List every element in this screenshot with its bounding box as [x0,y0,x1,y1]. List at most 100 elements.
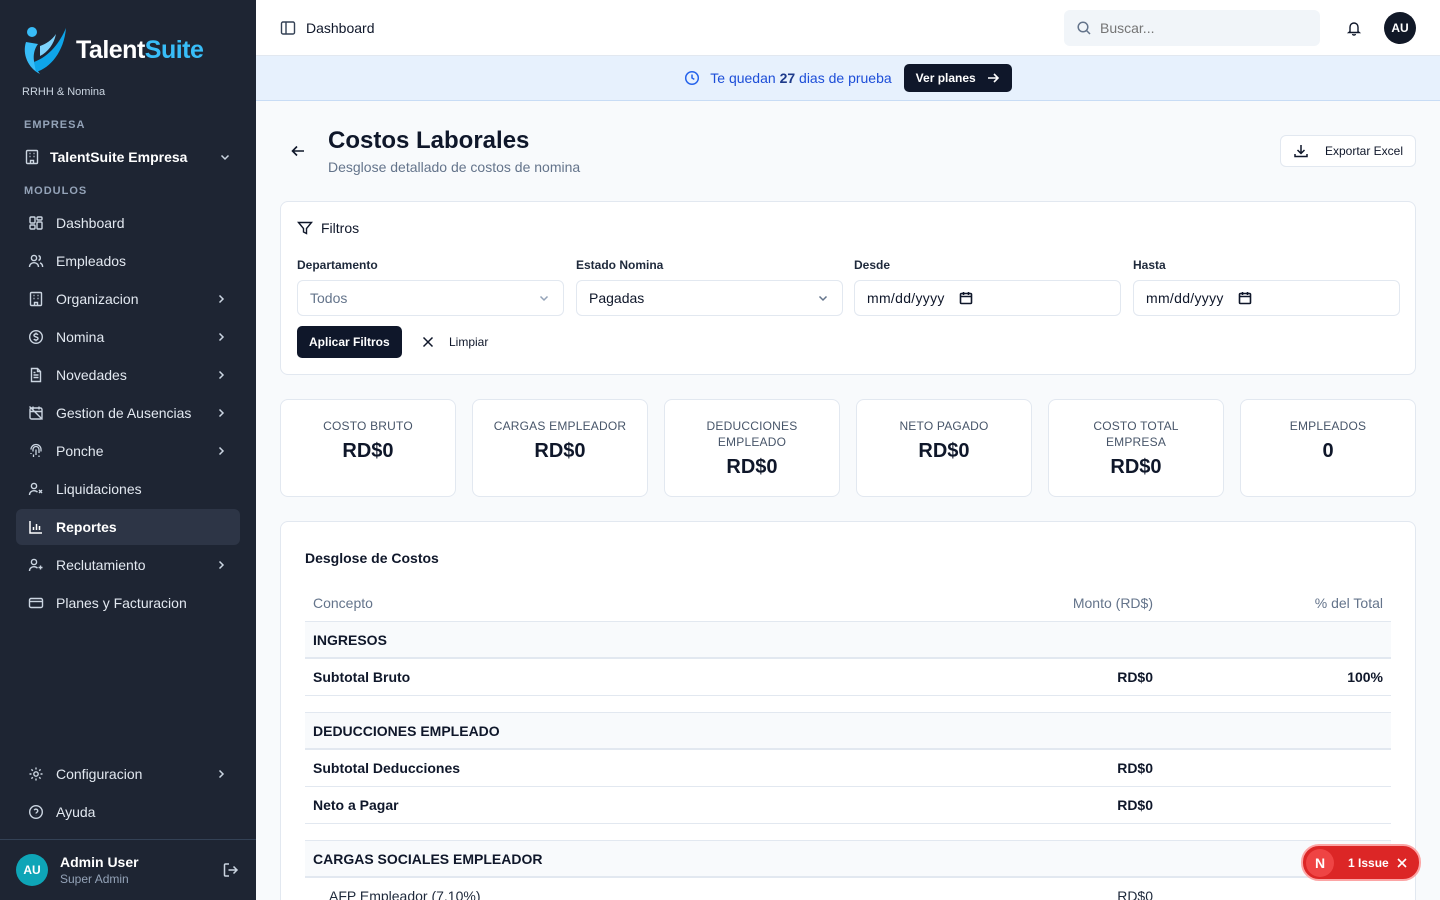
table-row: Subtotal Bruto RD$0 100% [305,659,1391,696]
chevron-right-icon [218,560,225,570]
stat-card-costo-bruto: COSTO BRUTO RD$0 [280,399,456,497]
from-label: Desde [854,258,891,272]
sidebar-item-label: Organizacion [56,291,139,307]
calendar-off-icon [29,406,43,420]
sidebar: TalentSuite RRHH & Nomina EMPRESA Talent… [0,0,256,900]
to-date-input[interactable]: mm/dd/yyyy [1133,280,1400,316]
arrow-right-icon [987,73,999,83]
stat-label: NETO PAGADO [899,419,989,433]
chevron-down-icon [220,154,230,161]
sidebar-item-nomina[interactable]: Nomina [16,319,240,355]
credit-card-icon [28,597,44,609]
dollar-circle-icon [28,329,44,345]
filters-title: Filtros [297,220,359,236]
column-header: Concepto [313,594,373,611]
clock-icon [685,70,700,86]
sidebar-item-novedades[interactable]: Novedades [16,357,240,393]
stat-label: CARGAS EMPLEADOR [493,419,627,433]
sidebar-item-label: Ponche [56,443,104,459]
sidebar-item-planes-facturacion[interactable]: Planes y Facturacion [16,585,240,621]
export-excel-button[interactable]: Exportar Excel [1279,135,1416,167]
stat-card-empleados: EMPLEADOS 0 [1240,399,1416,497]
table-row: AFP Empleador (7.10%) RD$0 [305,878,1391,900]
sidebar-nav: Dashboard Empleados Organizacion Nomina … [16,205,240,623]
breadcrumb: Dashboard [306,19,375,36]
search-input[interactable] [1100,19,1300,36]
from-date-input[interactable]: mm/dd/yyyy [854,280,1121,316]
filter-icon [297,221,313,235]
sidebar-item-label: Reportes [56,519,117,535]
nextjs-icon: N [1306,848,1334,877]
chevron-down-icon [818,295,828,302]
arrow-left-icon[interactable] [290,143,306,159]
sidebar-item-label: Novedades [56,367,127,383]
sidebar-item-gestion-ausencias[interactable]: Gestion de Ausencias [16,395,240,431]
talentsuite-logo-icon [24,27,66,74]
sidebar-item-ayuda[interactable]: Ayuda [16,794,240,830]
stat-value: RD$0 [918,440,970,462]
sidebar-item-empleados[interactable]: Empleados [16,243,240,279]
avatar[interactable]: AU [16,854,48,886]
calendar-icon[interactable] [959,291,973,305]
department-select[interactable]: Todos [297,280,564,316]
bell-icon[interactable] [1346,20,1362,36]
status-label: Estado Nomina [576,258,664,272]
filters-card: Filtros Departamento Todos Estado Nomina… [280,201,1416,375]
department-label: Departamento [297,258,378,272]
stat-value: RD$0 [534,440,586,462]
building-icon [25,149,39,165]
search-box[interactable] [1064,9,1320,46]
sidebar-item-label: Planes y Facturacion [56,595,187,611]
company-section-label: EMPRESA [24,119,86,131]
avatar[interactable]: AU [1384,11,1416,44]
status-select[interactable]: Pagadas [576,280,843,316]
sidebar-item-reportes[interactable]: Reportes [16,509,240,545]
table-row: Neto a Pagar RD$0 [305,787,1391,824]
cost-breakdown-card: Desglose de Costos Concepto Monto (RD$) … [280,521,1416,900]
brand-logo[interactable]: TalentSuite [20,22,204,78]
sidebar-toggle-icon[interactable] [280,20,296,36]
table-section-row: INGRESOS [305,622,1391,659]
company-selector[interactable]: TalentSuite Empresa [24,144,232,170]
fingerprint-icon [30,443,42,457]
calendar-icon[interactable] [1238,291,1252,305]
stat-label: COSTO TOTAL EMPRESA [1093,419,1179,449]
company-name: TalentSuite Empresa [50,149,188,165]
sidebar-item-ponche[interactable]: Ponche [16,433,240,469]
stat-value: RD$0 [1110,456,1162,478]
stat-card-neto-pagado: NETO PAGADO RD$0 [856,399,1032,497]
sidebar-item-reclutamiento[interactable]: Reclutamiento [16,547,240,583]
sidebar-item-configuracion[interactable]: Configuracion [16,756,240,792]
table-section-row: CARGAS SOCIALES EMPLEADOR [305,841,1391,878]
sidebar-item-label: Ayuda [56,804,96,820]
user-role: Super Admin [60,872,129,886]
users-icon [28,254,44,268]
sidebar-item-organizacion[interactable]: Organizacion [16,281,240,317]
chevron-right-icon [218,408,225,418]
from-date-filter: Desde mm/dd/yyyy [854,258,1121,316]
user-profile: AU Admin User Super Admin [0,839,256,900]
modules-section-label: MODULOS [24,185,88,197]
close-icon[interactable] [1396,857,1408,869]
sidebar-item-label: Liquidaciones [56,481,142,497]
search-icon [1077,20,1091,35]
issues-badge[interactable]: N 1 Issue [1301,844,1421,881]
sidebar-bottom-nav: Configuracion Ayuda [16,756,240,832]
stat-value: RD$0 [726,456,778,478]
apply-filters-button[interactable]: Aplicar Filtros [297,326,402,358]
sidebar-item-dashboard[interactable]: Dashboard [16,205,240,241]
brand-name: TalentSuite [76,35,204,64]
trial-banner: Te quedan 27 dias de prueba Ver planes [256,56,1440,101]
view-plans-button[interactable]: Ver planes [903,64,1012,92]
breakdown-title: Desglose de Costos [305,550,439,566]
sidebar-item-label: Nomina [56,329,105,345]
clear-filters-button[interactable]: Limpiar [421,326,488,358]
chevron-right-icon [218,294,225,304]
logout-icon[interactable] [222,861,240,879]
table-header: Concepto Monto (RD$) % del Total [305,584,1391,622]
sidebar-item-label: Gestion de Ausencias [56,405,192,421]
bar-chart-icon [29,521,42,534]
stat-card-cargas-empleador: CARGAS EMPLEADOR RD$0 [472,399,648,497]
stat-label: COSTO BRUTO [323,419,413,433]
sidebar-item-liquidaciones[interactable]: Liquidaciones [16,471,240,507]
